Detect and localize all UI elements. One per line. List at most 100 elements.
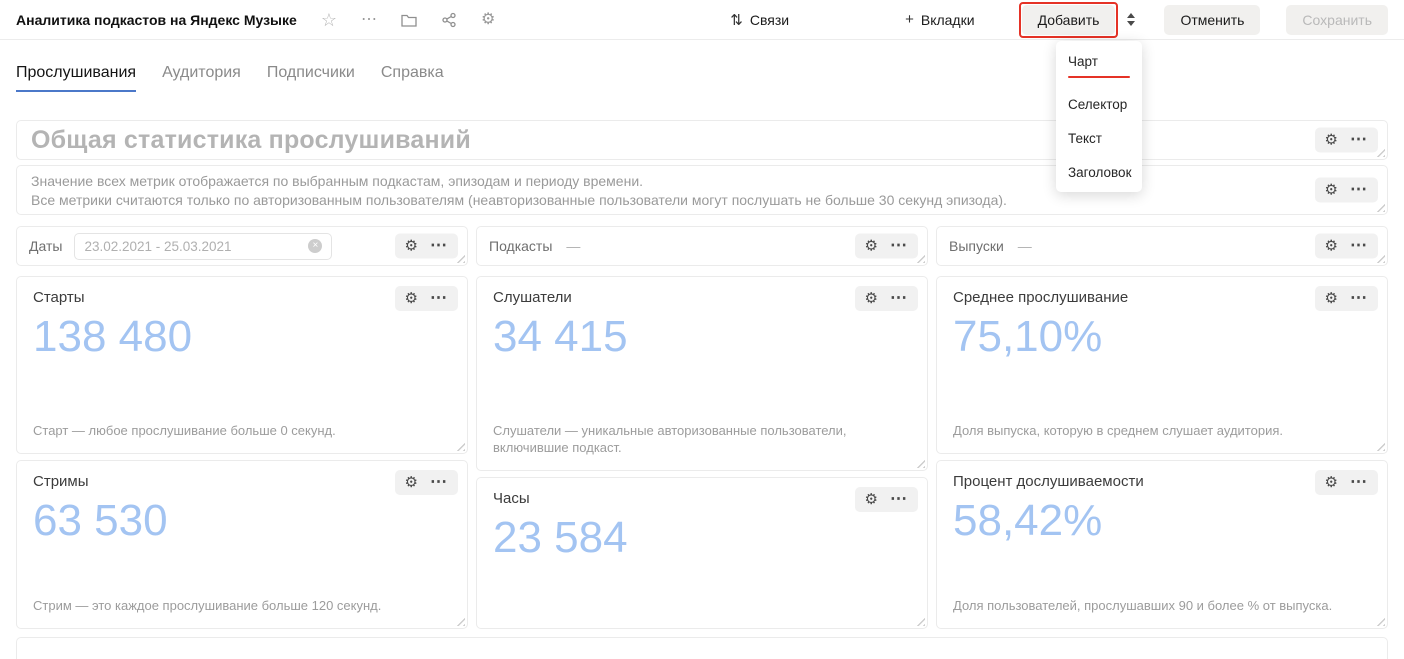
widget-more-icon[interactable]: ⋯ bbox=[430, 477, 448, 487]
widget-controls: ⚙ ⋯ bbox=[855, 234, 918, 259]
add-button-highlight: Добавить bbox=[1019, 2, 1119, 38]
widget-more-icon[interactable]: ⋯ bbox=[430, 241, 448, 251]
cards-column: Слушатели 34 415 Слушатели — уникальные … bbox=[476, 276, 928, 629]
stat-title: Процент дослушиваемости bbox=[953, 473, 1371, 490]
resize-handle[interactable] bbox=[455, 616, 465, 626]
add-dropdown-menu: Чарт Селектор Текст Заголовок bbox=[1056, 41, 1142, 192]
stat-title: Часы bbox=[493, 490, 911, 507]
widget-controls: ⚙ ⋯ bbox=[1315, 470, 1378, 495]
stat-cards-grid: Старты 138 480 Старт — любое прослушиван… bbox=[16, 276, 1388, 629]
stat-value: 23 584 bbox=[493, 515, 911, 561]
menu-item-header[interactable]: Заголовок bbox=[1056, 155, 1142, 189]
menu-item-text[interactable]: Текст bbox=[1056, 121, 1142, 155]
date-range-value: 23.02.2021 - 25.03.2021 bbox=[84, 239, 231, 254]
date-range-input[interactable]: 23.02.2021 - 25.03.2021 × bbox=[74, 233, 332, 260]
stat-value: 63 530 bbox=[33, 498, 451, 544]
section-title: Общая статистика прослушиваний bbox=[31, 126, 471, 155]
resize-handle[interactable] bbox=[1375, 441, 1385, 451]
stat-card-starts: Старты 138 480 Старт — любое прослушиван… bbox=[16, 276, 468, 454]
widget-controls: ⚙ ⋯ bbox=[1315, 286, 1378, 311]
top-bar-left: Аналитика подкастов на Яндекс Музыке ☆ ⋯… bbox=[16, 11, 495, 29]
resize-handle[interactable] bbox=[915, 616, 925, 626]
widget-more-icon[interactable]: ⋯ bbox=[1350, 241, 1368, 251]
tab-listens[interactable]: Прослушивания bbox=[16, 64, 136, 92]
widget-more-icon[interactable]: ⋯ bbox=[890, 241, 908, 251]
widget-more-icon[interactable]: ⋯ bbox=[890, 293, 908, 303]
widget-controls: ⚙ ⋯ bbox=[1315, 178, 1378, 203]
stat-title: Слушатели bbox=[493, 289, 911, 306]
tab-audience[interactable]: Аудитория bbox=[162, 64, 241, 92]
widget-gear-icon[interactable]: ⚙ bbox=[1325, 133, 1338, 148]
stat-card-completion: Процент дослушиваемости 58,42% Доля поль… bbox=[936, 460, 1388, 629]
stat-title: Среднее прослушивание bbox=[953, 289, 1371, 306]
widget-controls: ⚙ ⋯ bbox=[395, 234, 458, 259]
selector-value[interactable]: — bbox=[566, 238, 580, 254]
stat-value: 75,10% bbox=[953, 314, 1371, 360]
partial-widget bbox=[16, 637, 1388, 659]
cards-column: Среднее прослушивание 75,10% Доля выпуск… bbox=[936, 276, 1388, 629]
cards-column: Старты 138 480 Старт — любое прослушиван… bbox=[16, 276, 468, 629]
widget-more-icon[interactable]: ⋯ bbox=[1350, 135, 1368, 145]
resize-handle[interactable] bbox=[1375, 202, 1385, 212]
description-line-1: Значение всех метрик отображается по выб… bbox=[31, 171, 1373, 190]
settings-gear-icon[interactable]: ⚙ bbox=[481, 12, 495, 28]
widget-gear-icon[interactable]: ⚙ bbox=[1325, 291, 1338, 306]
more-options-icon[interactable]: ⋯ bbox=[361, 12, 377, 28]
widget-gear-icon[interactable]: ⚙ bbox=[405, 291, 418, 306]
menu-item-selector[interactable]: Селектор bbox=[1056, 87, 1142, 121]
description-widget: Значение всех метрик отображается по выб… bbox=[16, 165, 1388, 215]
widget-controls: ⚙ ⋯ bbox=[395, 286, 458, 311]
widget-more-icon[interactable]: ⋯ bbox=[1350, 293, 1368, 303]
widget-gear-icon[interactable]: ⚙ bbox=[1325, 239, 1338, 254]
tab-subscribers[interactable]: Подписчики bbox=[267, 64, 355, 92]
cancel-button[interactable]: Отменить bbox=[1164, 5, 1260, 35]
widget-gear-icon[interactable]: ⚙ bbox=[1325, 475, 1338, 490]
widget-more-icon[interactable]: ⋯ bbox=[430, 293, 448, 303]
add-dropdown-toggle[interactable] bbox=[1122, 5, 1140, 35]
widget-gear-icon[interactable]: ⚙ bbox=[1325, 183, 1338, 198]
widget-controls: ⚙ ⋯ bbox=[855, 487, 918, 512]
selector-value[interactable]: — bbox=[1018, 238, 1032, 254]
selector-label: Выпуски bbox=[949, 238, 1004, 254]
links-button[interactable]: ⇅ Связи bbox=[730, 11, 789, 29]
save-button[interactable]: Сохранить bbox=[1286, 5, 1388, 35]
folder-icon[interactable] bbox=[401, 13, 417, 27]
resize-handle[interactable] bbox=[1375, 616, 1385, 626]
stat-caption: Доля выпуска, которую в среднем слушает … bbox=[953, 422, 1371, 441]
widget-controls: ⚙ ⋯ bbox=[1315, 234, 1378, 259]
widget-more-icon[interactable]: ⋯ bbox=[890, 494, 908, 504]
add-button[interactable]: Добавить bbox=[1022, 5, 1116, 35]
resize-handle[interactable] bbox=[915, 458, 925, 468]
plus-icon: + bbox=[905, 11, 914, 28]
dashboard-tabs: Прослушивания Аудитория Подписчики Справ… bbox=[0, 40, 1404, 92]
widget-gear-icon[interactable]: ⚙ bbox=[865, 291, 878, 306]
favorite-star-icon[interactable]: ☆ bbox=[321, 11, 337, 29]
menu-item-chart[interactable]: Чарт bbox=[1056, 44, 1142, 87]
stat-caption: Доля пользователей, прослушавших 90 и бо… bbox=[953, 597, 1371, 616]
stat-title: Стримы bbox=[33, 473, 451, 490]
stat-value: 138 480 bbox=[33, 314, 451, 360]
dashboard-title: Аналитика подкастов на Яндекс Музыке bbox=[16, 12, 297, 28]
stat-caption: Стрим — это каждое прослушивание больше … bbox=[33, 597, 451, 616]
stat-title: Старты bbox=[33, 289, 451, 306]
selector-label: Подкасты bbox=[489, 238, 552, 254]
chevron-down-icon bbox=[1127, 21, 1135, 26]
top-bar: Аналитика подкастов на Яндекс Музыке ☆ ⋯… bbox=[0, 0, 1404, 40]
resize-handle[interactable] bbox=[455, 441, 465, 451]
widget-gear-icon[interactable]: ⚙ bbox=[865, 239, 878, 254]
widget-more-icon[interactable]: ⋯ bbox=[1350, 477, 1368, 487]
stat-card-streams: Стримы 63 530 Стрим — это каждое прослуш… bbox=[16, 460, 468, 629]
stat-value: 58,42% bbox=[953, 498, 1371, 544]
top-bar-right: ⇅ Связи + Вкладки Добавить Отменить Сохр… bbox=[730, 2, 1388, 38]
tabs-button[interactable]: + Вкладки bbox=[905, 11, 974, 28]
widget-gear-icon[interactable]: ⚙ bbox=[865, 492, 878, 507]
tab-help[interactable]: Справка bbox=[381, 64, 444, 92]
tabs-label: Вкладки bbox=[921, 12, 975, 28]
widget-gear-icon[interactable]: ⚙ bbox=[405, 239, 418, 254]
stat-caption bbox=[493, 614, 911, 616]
widget-more-icon[interactable]: ⋯ bbox=[1350, 185, 1368, 195]
widget-gear-icon[interactable]: ⚙ bbox=[405, 475, 418, 490]
share-icon[interactable] bbox=[441, 12, 457, 28]
stat-caption: Старт — любое прослушивание больше 0 сек… bbox=[33, 422, 451, 441]
clear-icon[interactable]: × bbox=[308, 239, 322, 253]
